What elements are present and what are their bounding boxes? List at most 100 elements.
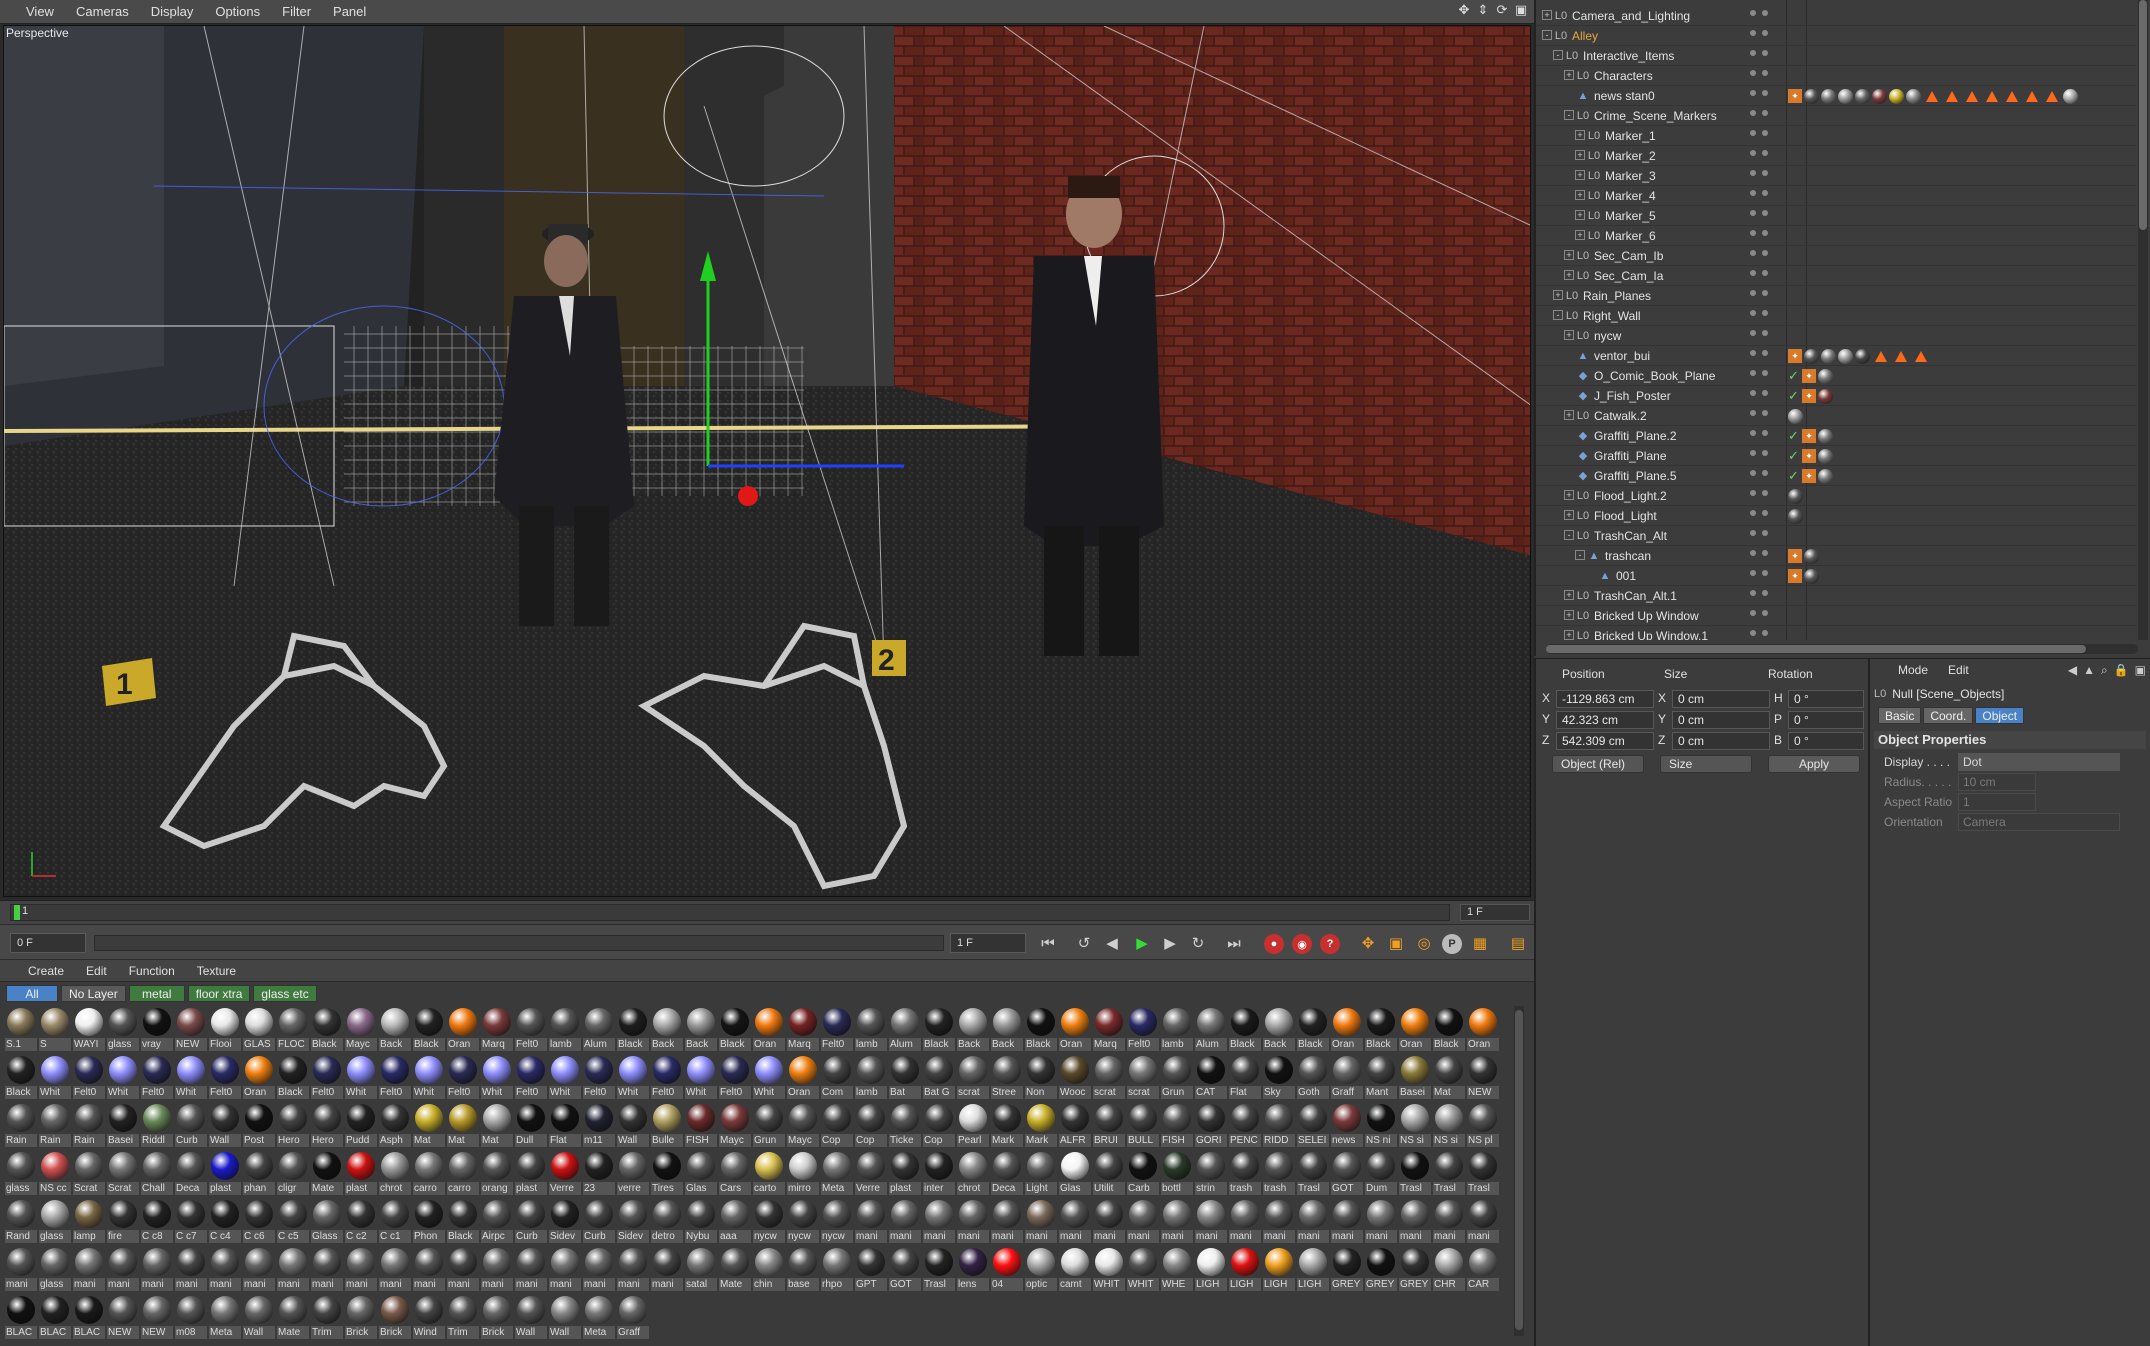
material-swatch[interactable]: CAT — [1194, 1054, 1228, 1102]
tab-floor-xtra[interactable]: floor xtra — [187, 985, 251, 1002]
material-swatch[interactable]: Cop — [820, 1102, 854, 1150]
visibility-dots-icon[interactable] — [1750, 470, 1770, 482]
texture-tag-icon[interactable] — [1804, 548, 1819, 564]
material-swatch[interactable]: Wall — [548, 1294, 582, 1342]
material-swatch[interactable]: Oran — [1330, 1006, 1364, 1054]
material-swatch[interactable]: Marq — [786, 1006, 820, 1054]
phong-tag-icon[interactable]: ✦ — [1802, 449, 1816, 463]
material-swatch[interactable]: mani — [1398, 1198, 1432, 1246]
visibility-dots-icon[interactable] — [1750, 130, 1770, 142]
material-swatch[interactable]: mani — [956, 1198, 990, 1246]
material-swatch[interactable]: trash — [1262, 1150, 1296, 1198]
material-swatch[interactable]: Whit — [616, 1054, 650, 1102]
material-swatch[interactable]: mani — [208, 1246, 242, 1294]
material-swatch[interactable]: C c1 — [378, 1198, 412, 1246]
visibility-dots-icon[interactable] — [1750, 430, 1770, 442]
texture-tag-icon[interactable] — [1872, 88, 1887, 104]
object-row[interactable]: - L0 TrashCan_Alt — [1536, 526, 2136, 546]
material-swatch[interactable]: m11 — [582, 1102, 616, 1150]
material-swatch[interactable]: mani — [1364, 1198, 1398, 1246]
material-swatch[interactable]: Curb — [174, 1102, 208, 1150]
tab-object[interactable]: Object — [1975, 707, 2025, 724]
object-row[interactable]: + L0 Marker_5 — [1536, 206, 2136, 226]
material-swatch[interactable]: Oran — [242, 1054, 276, 1102]
aspect-ratio-field[interactable]: 1 — [1958, 793, 2036, 811]
material-swatch[interactable]: Ticke — [888, 1102, 922, 1150]
object-row[interactable]: + L0 nycw — [1536, 326, 2136, 346]
material-swatch[interactable]: satal — [684, 1246, 718, 1294]
material-swatch[interactable]: NEW — [1466, 1054, 1500, 1102]
previous-key-icon[interactable]: ↺ — [1072, 932, 1096, 954]
material-swatch[interactable]: Trasl — [1296, 1150, 1330, 1198]
material-swatch[interactable]: mani — [1058, 1198, 1092, 1246]
back-arrow-icon[interactable]: ◀ — [2068, 663, 2077, 678]
material-swatch[interactable]: Felt0 — [310, 1054, 344, 1102]
material-swatch[interactable]: mani — [276, 1246, 310, 1294]
texture-tag-icon[interactable] — [1821, 88, 1836, 104]
pos-x-field[interactable]: -1129.863 cm — [1556, 690, 1654, 708]
material-swatch[interactable]: C c4 — [208, 1198, 242, 1246]
material-swatch[interactable]: bottl — [1160, 1150, 1194, 1198]
size-z-field[interactable]: 0 cm — [1672, 732, 1770, 750]
material-swatch[interactable]: mani — [1432, 1198, 1466, 1246]
object-row[interactable]: + L0 Flood_Light — [1536, 506, 2136, 526]
material-swatch[interactable]: BULL — [1126, 1102, 1160, 1150]
texture-tag-icon[interactable] — [1818, 428, 1833, 444]
material-swatch[interactable]: scrat — [1092, 1054, 1126, 1102]
material-swatch[interactable]: FISH — [1160, 1102, 1194, 1150]
material-swatch[interactable]: glass — [4, 1150, 38, 1198]
material-swatch[interactable]: RIDD — [1262, 1102, 1296, 1150]
material-swatch[interactable]: Mat — [1432, 1054, 1466, 1102]
record-keys-icon[interactable]: ● — [1264, 934, 1284, 954]
material-swatch[interactable]: Black — [1228, 1006, 1262, 1054]
material-swatch[interactable]: WAYI — [72, 1006, 106, 1054]
material-swatch[interactable]: mani — [582, 1246, 616, 1294]
record-position-icon[interactable]: ✥ — [1356, 932, 1380, 954]
material-swatch[interactable]: mani — [1228, 1198, 1262, 1246]
collapse-icon[interactable]: - — [1553, 310, 1563, 320]
material-swatch[interactable]: LIGH — [1194, 1246, 1228, 1294]
material-swatch[interactable]: Black — [1296, 1006, 1330, 1054]
material-swatch[interactable]: carro — [412, 1150, 446, 1198]
material-swatch[interactable]: Mark — [990, 1102, 1024, 1150]
material-swatch[interactable]: NS cc — [38, 1150, 72, 1198]
expand-icon[interactable]: + — [1575, 130, 1585, 140]
expand-icon[interactable]: + — [1564, 610, 1574, 620]
material-swatch[interactable]: Meta — [208, 1294, 242, 1342]
material-swatch[interactable]: Sidev — [616, 1198, 650, 1246]
material-swatch[interactable]: scrat — [1126, 1054, 1160, 1102]
material-swatch[interactable]: Marq — [480, 1006, 514, 1054]
object-row[interactable]: ▲ 001 ✦ — [1536, 566, 2136, 586]
material-swatch[interactable]: Dull — [514, 1102, 548, 1150]
material-swatch[interactable]: Dum — [1364, 1150, 1398, 1198]
material-swatch[interactable]: Black — [1432, 1006, 1466, 1054]
material-swatch[interactable]: Basei — [106, 1102, 140, 1150]
material-swatch[interactable]: Rain — [38, 1102, 72, 1150]
material-swatch[interactable]: mani — [1330, 1198, 1364, 1246]
material-swatch[interactable]: Mat — [480, 1102, 514, 1150]
material-swatch[interactable]: C c2 — [344, 1198, 378, 1246]
collapse-icon[interactable]: - — [1564, 530, 1574, 540]
material-swatch[interactable]: Oran — [786, 1054, 820, 1102]
previous-frame-icon[interactable]: ◀ — [1100, 932, 1124, 954]
material-swatch[interactable]: Back — [956, 1006, 990, 1054]
record-scale-icon[interactable]: ▣ — [1384, 932, 1408, 954]
search-icon[interactable]: ⌕ — [2101, 663, 2108, 678]
material-swatch[interactable]: Phon — [412, 1198, 446, 1246]
object-row[interactable]: - L0 Alley — [1536, 26, 2136, 46]
material-swatch[interactable]: Felt0 — [582, 1054, 616, 1102]
visibility-dots-icon[interactable] — [1750, 190, 1770, 202]
material-swatch[interactable]: Deca — [174, 1150, 208, 1198]
object-row[interactable]: + L0 Bricked Up Window.1 — [1536, 626, 2136, 640]
object-row[interactable]: + L0 Bricked Up Window — [1536, 606, 2136, 626]
material-swatch[interactable]: Airpc — [480, 1198, 514, 1246]
material-swatch[interactable]: Wooc — [1058, 1054, 1092, 1102]
material-swatch[interactable]: mani — [378, 1246, 412, 1294]
material-swatch[interactable]: WHIT — [1092, 1246, 1126, 1294]
expand-icon[interactable]: + — [1564, 410, 1574, 420]
warning-tag-icon[interactable] — [1946, 90, 1958, 102]
material-swatch[interactable]: Glas — [684, 1150, 718, 1198]
material-swatch[interactable]: Felt0 — [650, 1054, 684, 1102]
expand-icon[interactable]: + — [1564, 270, 1574, 280]
texture-tag-icon[interactable] — [1818, 448, 1833, 464]
